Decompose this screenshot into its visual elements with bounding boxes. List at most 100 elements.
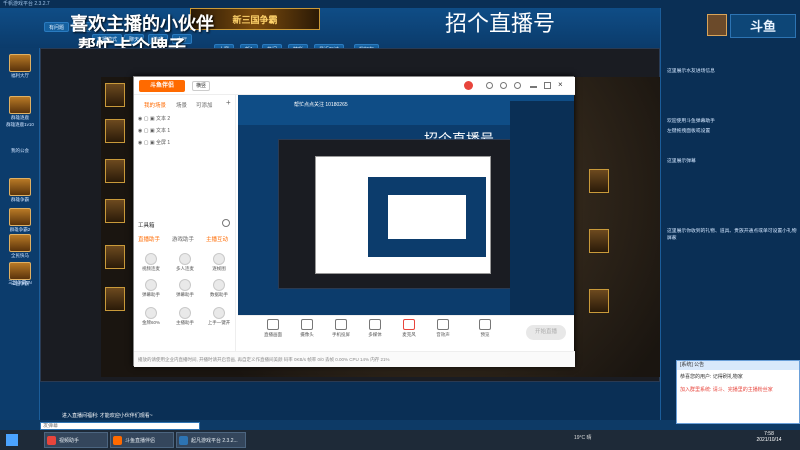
tooltab-interact[interactable]: 主播互动: [206, 235, 228, 243]
ctrl-media[interactable]: 多媒体: [360, 319, 390, 338]
sidebar-item-guild[interactable]: 我的公会: [3, 148, 37, 154]
game-card[interactable]: [105, 287, 125, 311]
tool-anchor[interactable]: 主播助手: [170, 307, 200, 326]
toolbox-title: 工具箱: [138, 223, 155, 229]
taskbar-item[interactable]: 起凡游戏平台 2.3.2...: [176, 432, 246, 448]
medal-icon: [145, 307, 157, 319]
tab-help[interactable]: 有问题: [44, 22, 70, 32]
image-icon: [213, 253, 225, 265]
game-icon: [9, 96, 31, 114]
client-titlebar: 千帆游戏平台 2.3.2.7: [0, 0, 800, 8]
tooltab-live[interactable]: 直播助手: [138, 235, 160, 243]
speaker-icon: [437, 319, 449, 330]
chat-popup-title: [系统] 公告: [677, 361, 799, 370]
sidebar-item-welfare[interactable]: 福利大厅: [3, 54, 37, 79]
tool-video-link[interactable]: 视频连麦: [136, 253, 166, 272]
assistant-controls: 直播画面 摄像头 手机投屏 多媒体 麦克风 音效声 预览 开始直播: [238, 315, 574, 351]
notice-danmaku: 这里展示弹幕: [667, 159, 696, 164]
game-card[interactable]: [589, 169, 609, 193]
close-icon[interactable]: ×: [558, 81, 565, 89]
eye-icon: [479, 319, 491, 330]
danmaku-bar: 进入直播间福利: 才能欢迎小伙伴们观看~: [40, 382, 660, 430]
windows-start-icon[interactable]: [6, 434, 18, 446]
help-icon[interactable]: [514, 82, 521, 89]
scene-item[interactable]: ◉ ▢ ▣ 文本 1: [138, 127, 170, 134]
game-icon: [9, 208, 31, 226]
maximize-icon[interactable]: [544, 82, 551, 89]
game-card[interactable]: [105, 83, 125, 107]
taskbar-item[interactable]: 斗鱼直播伴侣: [110, 432, 174, 448]
ctrl-preview[interactable]: 预览: [470, 319, 500, 338]
screen-icon: [267, 319, 279, 330]
toolbox-settings-icon[interactable]: [222, 219, 230, 227]
sidebar-item-zhengba2[interactable]: 群雄争霸2: [3, 208, 37, 233]
notice-welcome: 欢迎使用斗鱼弹幕助手: [667, 119, 715, 124]
tool-danmaku-2[interactable]: 弹幕助手: [170, 279, 200, 298]
stream-preview[interactable]: 帮忙点点关注 10180265 招个直播号: [238, 95, 574, 315]
tool-frame[interactable]: 逐帧图: [204, 253, 234, 272]
game-card[interactable]: [589, 229, 609, 253]
sidebar-item-qunxiong-1v10[interactable]: 群雄逐鹿1v10: [3, 122, 37, 128]
game-card[interactable]: [105, 119, 125, 143]
subtab-scenes[interactable]: 场景: [176, 101, 187, 109]
tool-multi-link[interactable]: 多人连麦: [170, 253, 200, 272]
overlay-big-text: 招个直播号: [445, 11, 556, 36]
tool-data[interactable]: 数据助手: [204, 279, 234, 298]
scene-item[interactable]: ◉ ▢ ▣ 文本 2: [138, 115, 170, 122]
game-card[interactable]: [105, 245, 125, 269]
ctrl-camera[interactable]: 摄像头: [292, 319, 322, 338]
notice-gifts: 这里展示你收到的礼物、道具、贵族开通点或单可设置小礼物屏蔽: [667, 229, 797, 241]
tool-danmaku[interactable]: 弹幕助手: [136, 279, 166, 298]
phone-icon: [335, 319, 347, 330]
preview-right-panel: [510, 101, 574, 315]
game-card[interactable]: [105, 159, 125, 183]
nested-assistant: [315, 156, 491, 274]
sidebar-item-sanguo-vn[interactable]: 三国争霸vN: [3, 280, 37, 286]
add-scene-icon[interactable]: +: [226, 98, 231, 107]
app-icon: [179, 436, 188, 445]
danmaku-input[interactable]: [40, 422, 200, 430]
app-icon: [47, 436, 56, 445]
chat-popup[interactable]: [系统] 公告 恭喜您的用户: 记得刷礼物家 加入群里系统: 请斗、完播里的主播…: [676, 360, 800, 424]
video-icon: [145, 253, 157, 265]
live-assistant-window[interactable]: 斗鱼伴侣 横竖 × 我的场景 场景 可添加 + ◉ ▢ ▣ 文本 2 ◉ ▢ ▣…: [133, 76, 575, 367]
mic-icon: [179, 307, 191, 319]
danmaku-line: 进入直播间福利: 才能欢迎小伙伴们观看~: [62, 413, 153, 419]
minimize-icon[interactable]: [530, 86, 537, 88]
taskbar-item[interactable]: 视频助手: [44, 432, 108, 448]
sidebar-item-zhengba[interactable]: 群雄争霸: [3, 178, 37, 203]
assistant-status-bar: 播放的请使用企业内直播时间, 开播时请开启音画, 再自定义作直播间美颜 码率 0…: [134, 351, 575, 367]
go-live-button[interactable]: 开始直播: [526, 325, 566, 340]
ctrl-live-view[interactable]: 直播画面: [258, 319, 288, 338]
sidebar-item-qunxiong[interactable]: 群雄逐鹿: [3, 96, 37, 121]
nested-preview-deep: [388, 195, 466, 239]
subtab-my-scenes[interactable]: 我的场景: [144, 101, 166, 109]
orientation-toggle[interactable]: 横竖: [192, 81, 211, 91]
subtab-addable[interactable]: 可添加: [196, 101, 213, 109]
tool-one-click[interactable]: 上手一键开: [204, 307, 234, 326]
nested-preview: [278, 139, 518, 289]
avatar[interactable]: [707, 14, 727, 36]
assistant-left-panel: 我的场景 场景 可添加 + ◉ ▢ ▣ 文本 2 ◉ ▢ ▣ 文本 1 ◉ ▢ …: [134, 95, 236, 351]
media-icon: [369, 319, 381, 330]
chat-popup-line2: 加入群里系统: 请斗、完播里的主播粉丝家: [680, 387, 773, 393]
ctrl-mic[interactable]: 麦克风: [394, 319, 424, 338]
ctrl-sound[interactable]: 音效声: [428, 319, 458, 338]
scene-item[interactable]: ◉ ▢ ▣ 全屏 1: [138, 139, 170, 146]
avatar[interactable]: [464, 81, 473, 90]
message-icon[interactable]: [486, 82, 493, 89]
mic-icon: [403, 319, 415, 330]
taskbar: 视频助手 斗鱼直播伴侣 起凡游戏平台 2.3.2... 19°C 晴 7:58 2…: [0, 430, 800, 450]
gear-icon: [213, 307, 225, 319]
settings-icon[interactable]: [500, 82, 507, 89]
game-card[interactable]: [589, 289, 609, 313]
sidebar-item-horse[interactable]: 全民快马: [3, 234, 37, 259]
ctrl-mobile-cast[interactable]: 手机投屏: [326, 319, 356, 338]
welfare-icon: [9, 54, 31, 72]
chat-popup-line1: 恭喜您的用户: 记得刷礼物家: [680, 374, 743, 380]
tool-gold[interactable]: 金牌60%: [136, 307, 166, 326]
clock: 7:58 2021/10/14: [756, 431, 782, 443]
tooltab-game[interactable]: 游戏助手: [172, 235, 194, 243]
assistant-titlebar: 斗鱼伴侣 横竖 ×: [134, 77, 575, 95]
game-card[interactable]: [105, 199, 125, 223]
